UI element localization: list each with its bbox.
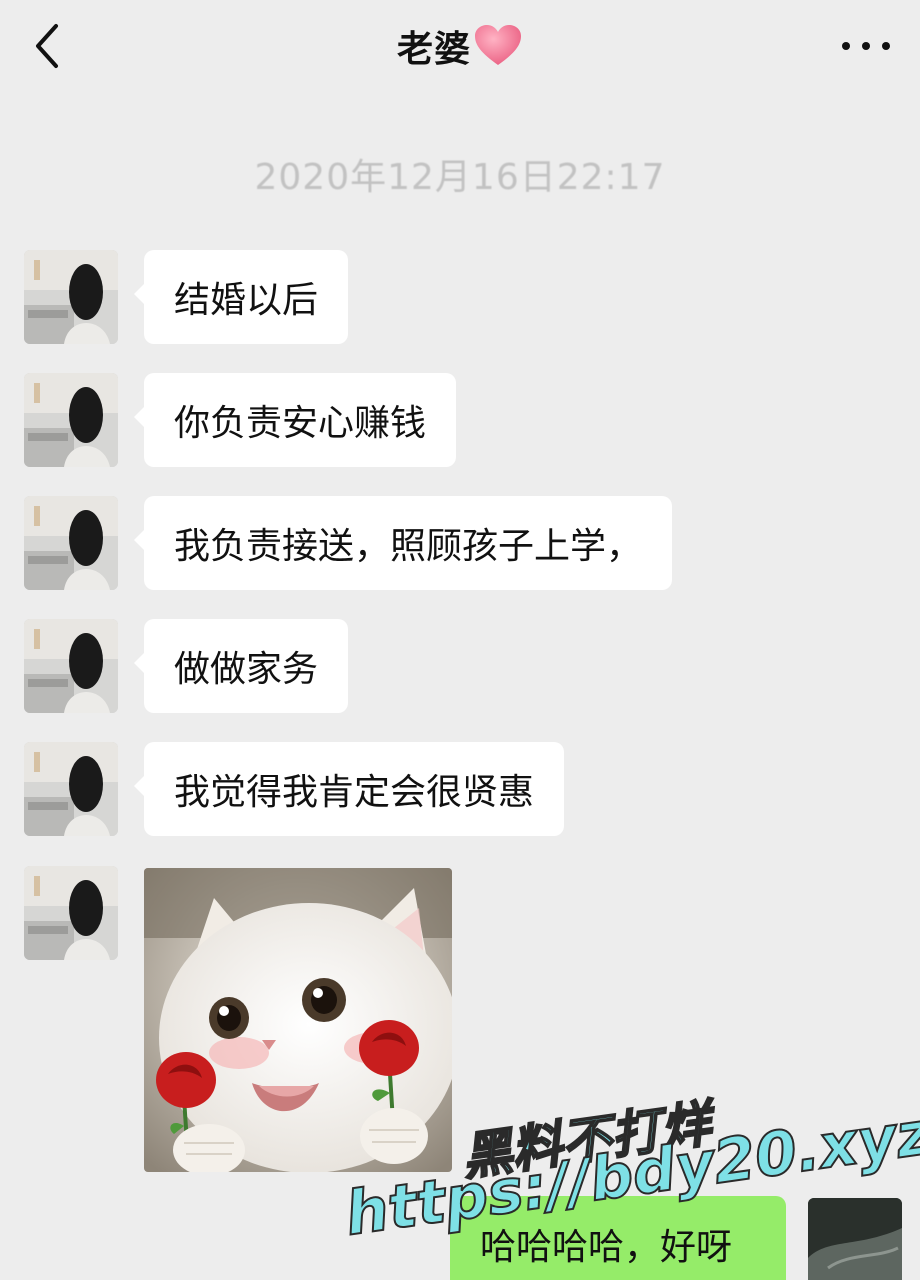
avatar-image bbox=[24, 250, 118, 344]
chat-timestamp: 2020年12月16日22:17 bbox=[254, 157, 666, 198]
avatar-image bbox=[24, 496, 118, 590]
ellipsis-icon bbox=[842, 42, 850, 50]
kitten-sticker-image bbox=[144, 868, 452, 1172]
chat-header: 老婆 bbox=[0, 0, 920, 92]
contact-avatar[interactable] bbox=[24, 619, 118, 713]
contact-avatar[interactable] bbox=[24, 373, 118, 467]
my-avatar[interactable] bbox=[808, 1198, 902, 1280]
contact-avatar[interactable] bbox=[24, 742, 118, 836]
avatar-image bbox=[24, 866, 118, 960]
message-bubble[interactable]: 结婚以后 bbox=[133, 250, 349, 344]
message-bubble[interactable]: 我负责接送，照顾孩子上学， bbox=[133, 496, 673, 590]
avatar-image bbox=[24, 619, 118, 713]
avatar-image bbox=[24, 373, 118, 467]
white-kitten-holding-roses-sticker[interactable] bbox=[144, 868, 452, 1172]
chat-title: 老婆 bbox=[0, 18, 920, 74]
contact-avatar[interactable] bbox=[24, 250, 118, 344]
message-bubble[interactable]: 我觉得我肯定会很贤惠 bbox=[133, 742, 565, 836]
avatar-image bbox=[24, 742, 118, 836]
contact-avatar[interactable] bbox=[24, 496, 118, 590]
more-options-button[interactable] bbox=[836, 26, 896, 66]
pink-heart-icon bbox=[475, 25, 521, 65]
contact-name: 老婆 bbox=[396, 29, 471, 70]
message-bubble[interactable]: 你负责安心赚钱 bbox=[133, 373, 457, 467]
ellipsis-dot bbox=[882, 42, 890, 50]
contact-avatar[interactable] bbox=[24, 866, 118, 960]
message-bubble[interactable]: 做做家务 bbox=[133, 619, 349, 713]
my-avatar-image bbox=[808, 1198, 902, 1280]
ellipsis-dot bbox=[862, 42, 870, 50]
